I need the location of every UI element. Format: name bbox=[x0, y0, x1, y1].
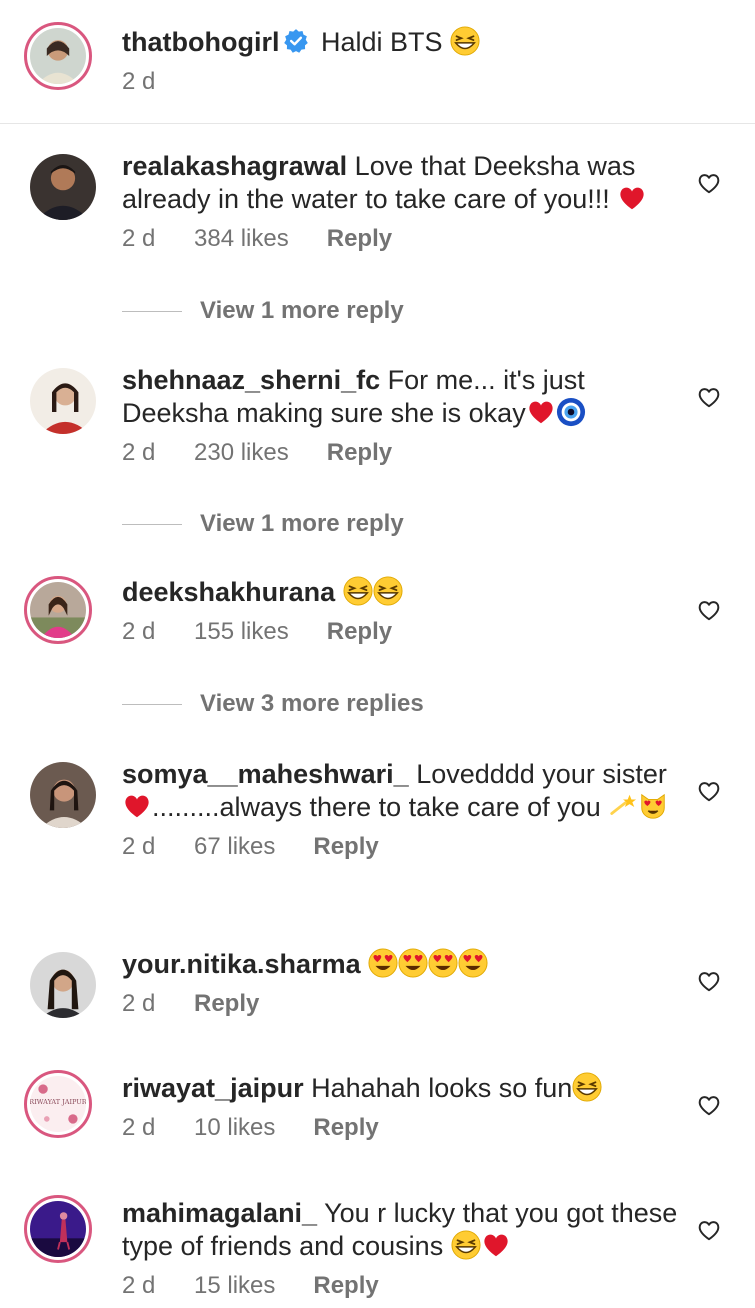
grinning-squint-face-icon bbox=[450, 26, 480, 56]
avatar[interactable] bbox=[30, 952, 96, 1018]
heart-eyes-icon bbox=[458, 948, 488, 978]
likes-count[interactable]: 384 likes bbox=[194, 225, 289, 253]
username[interactable]: riwayat_jaipur bbox=[122, 1073, 304, 1103]
comment-text: Hahahah looks so fun bbox=[311, 1073, 573, 1103]
heart-outline-icon[interactable] bbox=[696, 597, 722, 623]
heart-eyes-icon bbox=[368, 948, 398, 978]
heart-outline-icon[interactable] bbox=[696, 1217, 722, 1243]
heart-outline-icon[interactable] bbox=[696, 170, 722, 196]
username[interactable]: thatbohogirl bbox=[122, 27, 279, 57]
red-heart-icon bbox=[122, 791, 152, 821]
likes-count[interactable]: 15 likes bbox=[194, 1272, 275, 1300]
likes-count[interactable]: 10 likes bbox=[194, 1114, 275, 1142]
view-replies-button[interactable]: View 1 more reply bbox=[122, 296, 404, 326]
avatar[interactable]: RIWAYAT JAIPUR bbox=[24, 1070, 92, 1138]
smiling-cat-heart-eyes-icon bbox=[638, 791, 668, 821]
caption-text: Haldi BTS bbox=[320, 27, 443, 57]
reply-button[interactable]: Reply bbox=[313, 833, 378, 861]
reply-button[interactable]: Reply bbox=[327, 439, 392, 467]
comment-text-continued: .........always there to take care of yo… bbox=[152, 792, 601, 822]
timestamp: 2 d bbox=[122, 833, 156, 860]
heart-eyes-icon bbox=[398, 948, 428, 978]
verified-badge-icon bbox=[283, 28, 309, 54]
divider bbox=[122, 703, 182, 705]
heart-outline-icon[interactable] bbox=[696, 778, 722, 804]
reply-button[interactable]: Reply bbox=[313, 1272, 378, 1300]
timestamp: 2 d bbox=[122, 618, 156, 645]
avatar-logo-text: RIWAYAT JAIPUR bbox=[30, 1098, 86, 1106]
post-caption: thatbohogirl Haldi BTS 2 d bbox=[0, 0, 755, 124]
likes-count[interactable]: 230 likes bbox=[194, 439, 289, 467]
likes-count[interactable]: 155 likes bbox=[194, 618, 289, 646]
heart-outline-icon[interactable] bbox=[696, 1092, 722, 1118]
avatar[interactable] bbox=[30, 154, 96, 220]
grinning-squint-face-icon bbox=[343, 576, 373, 606]
nazar-amulet-icon bbox=[556, 397, 586, 427]
avatar[interactable] bbox=[30, 368, 96, 434]
avatar[interactable] bbox=[24, 22, 92, 90]
view-replies-button[interactable]: View 1 more reply bbox=[122, 509, 404, 539]
timestamp: 2 d bbox=[122, 990, 156, 1017]
red-heart-icon bbox=[617, 183, 647, 213]
timestamp: 2 d bbox=[122, 439, 156, 466]
grinning-squint-face-icon bbox=[572, 1072, 602, 1102]
reply-button[interactable]: Reply bbox=[327, 225, 392, 253]
timestamp: 2 d bbox=[122, 1272, 156, 1299]
username[interactable]: realakashagrawal bbox=[122, 151, 347, 181]
avatar[interactable] bbox=[30, 762, 96, 828]
red-heart-icon bbox=[481, 1230, 511, 1260]
heart-outline-icon[interactable] bbox=[696, 968, 722, 994]
avatar[interactable] bbox=[24, 1195, 92, 1263]
timestamp: 2 d bbox=[122, 68, 156, 95]
likes-count[interactable]: 67 likes bbox=[194, 833, 275, 861]
divider bbox=[122, 523, 182, 525]
dizzy-icon bbox=[608, 791, 638, 821]
username[interactable]: your.nitika.sharma bbox=[122, 949, 361, 979]
reply-button[interactable]: Reply bbox=[327, 618, 392, 646]
divider bbox=[122, 310, 182, 312]
heart-outline-icon[interactable] bbox=[696, 384, 722, 410]
grinning-squint-face-icon bbox=[373, 576, 403, 606]
avatar[interactable] bbox=[24, 576, 92, 644]
comment-text: Lovedddd your sister bbox=[416, 759, 667, 789]
reply-button[interactable]: Reply bbox=[194, 990, 259, 1018]
username[interactable]: shehnaaz_sherni_fc bbox=[122, 365, 380, 395]
username[interactable]: deekshakhurana bbox=[122, 577, 335, 607]
timestamp: 2 d bbox=[122, 1114, 156, 1141]
username[interactable]: somya__maheshwari_ bbox=[122, 759, 409, 789]
username[interactable]: mahimagalani_ bbox=[122, 1198, 317, 1228]
view-replies-button[interactable]: View 3 more replies bbox=[122, 689, 424, 719]
timestamp: 2 d bbox=[122, 225, 156, 252]
heart-eyes-icon bbox=[428, 948, 458, 978]
red-heart-icon bbox=[526, 397, 556, 427]
reply-button[interactable]: Reply bbox=[313, 1114, 378, 1142]
grinning-squint-face-icon bbox=[451, 1230, 481, 1260]
